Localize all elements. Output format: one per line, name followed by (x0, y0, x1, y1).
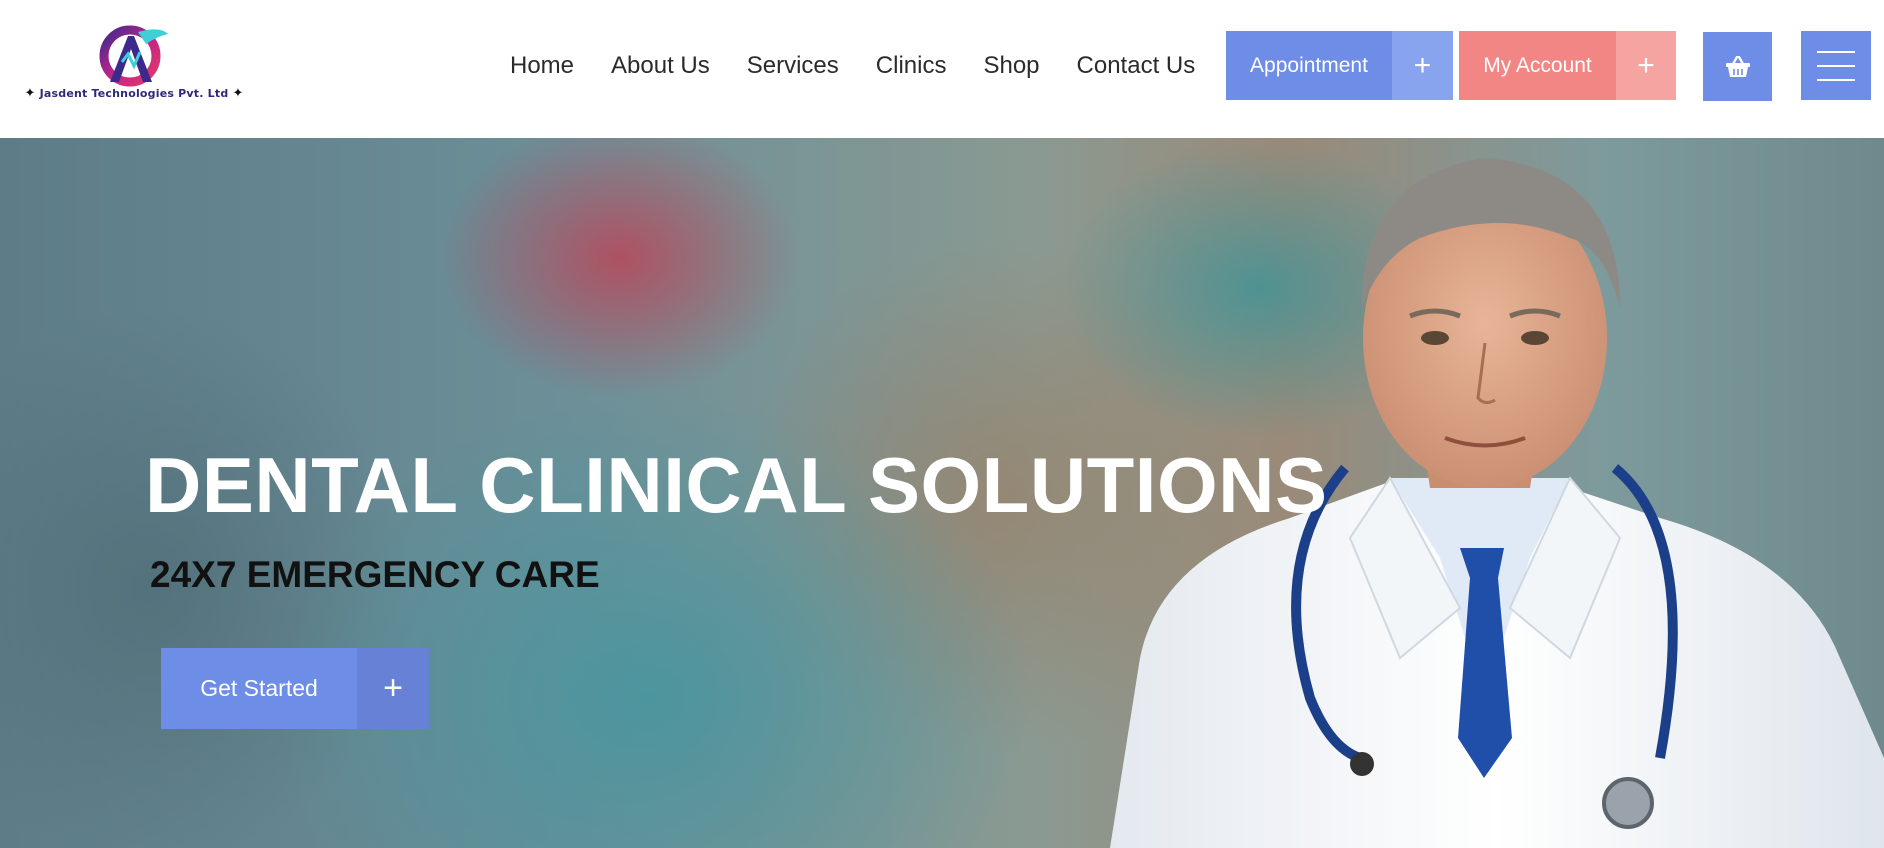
hero-subtitle: 24X7 EMERGENCY CARE (150, 554, 600, 595)
main-nav: Home About Us Services Clinics Shop Cont… (510, 46, 1232, 86)
nav-clinics[interactable]: Clinics (876, 52, 947, 80)
plus-icon: + (357, 648, 429, 729)
nav-home[interactable]: Home (510, 52, 574, 80)
hero-banner: DENTAL CLINICAL SOLUTIONS 24X7 EMERGENCY… (0, 138, 1884, 848)
menu-bar (1817, 50, 1855, 53)
hero-title: DENTAL CLINICAL SOLUTIONS (145, 441, 1328, 529)
nav-shop[interactable]: Shop (983, 52, 1039, 80)
appointment-button[interactable]: Appointment + (1226, 31, 1453, 100)
brand-logo[interactable]: ✦ Jasdent Technologies Pvt. Ltd ✦ (24, 22, 244, 106)
get-started-button[interactable]: Get Started + (161, 648, 429, 729)
menu-bar (1817, 64, 1855, 67)
my-account-button-label: My Account (1459, 31, 1616, 100)
site-header: ✦ Jasdent Technologies Pvt. Ltd ✦ Home A… (0, 0, 1884, 138)
nav-services[interactable]: Services (747, 52, 839, 80)
cart-button[interactable] (1703, 32, 1772, 101)
nav-contact-us[interactable]: Contact Us (1077, 52, 1196, 80)
menu-bar (1817, 78, 1855, 81)
get-started-button-label: Get Started (161, 648, 357, 729)
brand-name: ✦ Jasdent Technologies Pvt. Ltd ✦ (24, 86, 244, 101)
plus-icon: + (1616, 31, 1676, 100)
my-account-button[interactable]: My Account + (1459, 31, 1676, 100)
jasdent-logo-icon (99, 25, 168, 87)
plus-icon: + (1392, 31, 1453, 100)
hamburger-menu-button[interactable] (1801, 31, 1871, 100)
nav-about-us[interactable]: About Us (611, 52, 710, 80)
appointment-button-label: Appointment (1226, 31, 1392, 100)
basket-icon (1725, 55, 1750, 77)
